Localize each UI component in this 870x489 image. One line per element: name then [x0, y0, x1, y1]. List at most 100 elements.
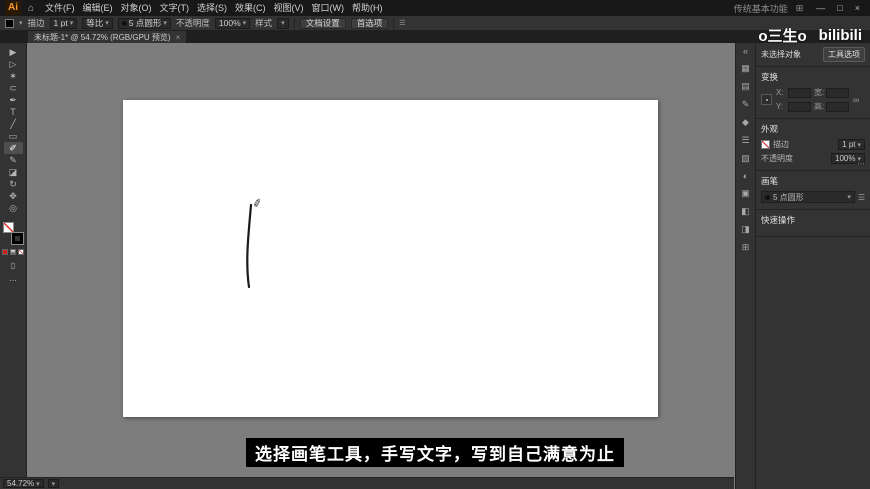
zoom-value: 54.72% — [7, 479, 34, 488]
brush-definition-select[interactable]: 5 点圆形 ▾ — [761, 191, 855, 203]
menu-type[interactable]: 文字(T) — [156, 0, 194, 16]
workspace-switcher[interactable]: 传统基本功能 — [734, 2, 788, 15]
main-area: ▶ ▷ ✶ ⊂ ✒ T ╱ ▭ ✐ ✎ ◪ ↻ ✥ ◎ ▯ ⋯ ✐ — [0, 43, 870, 489]
color-button[interactable] — [2, 249, 8, 255]
symbols-panel-icon[interactable]: ◆ — [742, 117, 749, 128]
collapse-panels-icon[interactable]: « — [743, 46, 748, 56]
stroke-weight-select[interactable]: 1 pt ▾ — [50, 18, 78, 29]
reference-point-locator[interactable] — [761, 94, 772, 105]
panel-icon-strip: « ▦ ▤ ✎ ◆ ☰ ▧ ◐ ▣ ◧ ◨ ⊞ — [735, 43, 755, 489]
maximize-button[interactable]: □ — [832, 3, 847, 13]
color-mode-buttons — [2, 249, 24, 255]
document-setup-button[interactable]: 文档设置 — [300, 18, 346, 29]
appearance-panel-icon[interactable]: ▣ — [741, 188, 750, 199]
workspace-grid-icon[interactable]: ⊞ — [796, 3, 804, 14]
chevron-down-icon: ▾ — [857, 141, 861, 149]
artboard-nav-select[interactable]: ▾ — [48, 479, 60, 488]
stroke-panel-icon[interactable]: ☰ — [741, 135, 749, 146]
none-button[interactable] — [18, 249, 24, 255]
color-panel-icon[interactable]: ▦ — [741, 63, 750, 74]
x-input[interactable] — [788, 88, 811, 98]
stroke-weight-value: 1 pt — [54, 18, 68, 28]
uploader-name: o三生o — [758, 25, 806, 46]
direct-selection-tool[interactable]: ▷ — [4, 58, 23, 70]
width-input[interactable] — [826, 88, 849, 98]
align-options-icon[interactable]: ☰ — [399, 19, 405, 27]
stroke-swatch[interactable] — [12, 233, 23, 244]
brush-stroke — [123, 100, 658, 417]
swatches-panel-icon[interactable]: ▤ — [741, 81, 750, 92]
illustrator-logo: Ai — [5, 1, 21, 15]
menu-effect[interactable]: 效果(C) — [231, 0, 270, 16]
document-tab-title: 未标题-1* @ 54.72% (RGB/GPU 预览) — [34, 32, 171, 43]
style-select[interactable]: ▾ — [277, 18, 289, 29]
bilibili-logo: bilibili — [819, 27, 862, 44]
menu-help[interactable]: 帮助(H) — [348, 0, 387, 16]
appearance-section: 外观 描边 1 pt ▾ 不透明度 100% ▾ ⋯ — [756, 119, 870, 171]
stroke-color-swatch[interactable] — [761, 140, 770, 149]
pen-tool[interactable]: ✒ — [4, 94, 23, 106]
fill-swatch[interactable] — [3, 222, 14, 233]
document-tab-bar: 未标题-1* @ 54.72% (RGB/GPU 预览) × — [0, 31, 870, 43]
video-subtitle: 选择画笔工具，手写文字，写到自己满意为止 — [246, 438, 624, 467]
rectangle-tool[interactable]: ▭ — [4, 130, 23, 142]
constrain-proportions-icon[interactable]: ∞ — [853, 95, 859, 105]
stroke-label: 描边 — [773, 139, 789, 150]
brush-definition-select[interactable]: 5 点圆形 ▾ — [118, 18, 171, 29]
tab-close-icon[interactable]: × — [176, 33, 181, 42]
more-options-icon[interactable]: ⋯ — [857, 159, 865, 168]
bilibili-watermark: o三生o bilibili — [758, 25, 862, 46]
artboards-panel-icon[interactable]: ⊞ — [742, 242, 750, 253]
preferences-button[interactable]: 首选项 — [351, 18, 389, 29]
width-profile-select[interactable]: 等比 ▾ — [82, 18, 113, 29]
canvas-area[interactable]: ✐ — [27, 43, 735, 489]
zoom-select[interactable]: 54.72% ▾ — [3, 479, 44, 488]
title-bar: Ai ⌂ 文件(F) 编辑(E) 对象(O) 文字(T) 选择(S) 效果(C)… — [0, 0, 870, 16]
transform-section: 变换 X: 宽: Y: 高: — [756, 67, 870, 119]
tool-options-button[interactable]: 工具选项 — [823, 47, 865, 62]
brush-preview-icon — [122, 21, 127, 26]
screen-mode-button[interactable]: ▯ — [11, 261, 15, 270]
eraser-tool[interactable]: ◪ — [4, 166, 23, 178]
height-input[interactable] — [826, 102, 849, 112]
artboard[interactable]: ✐ — [123, 100, 658, 417]
menu-object[interactable]: 对象(O) — [117, 0, 156, 16]
transform-title: 变换 — [761, 71, 865, 83]
y-label: Y: — [776, 102, 785, 111]
chevron-down-icon: ▾ — [847, 193, 851, 201]
pencil-tool[interactable]: ✎ — [4, 154, 23, 166]
y-input[interactable] — [788, 102, 811, 112]
brush-definition-value: 5 点圆形 — [773, 192, 804, 203]
menu-view[interactable]: 视图(V) — [270, 0, 308, 16]
chevron-down-icon: ▾ — [52, 480, 56, 488]
hand-tool[interactable]: ✥ — [4, 190, 23, 202]
brushes-panel-icon[interactable]: ✎ — [742, 99, 750, 110]
gradient-panel-icon[interactable]: ▧ — [741, 153, 750, 164]
edit-toolbar-button[interactable]: ⋯ — [9, 276, 17, 285]
document-tab[interactable]: 未标题-1* @ 54.72% (RGB/GPU 预览) × — [28, 31, 186, 43]
type-tool[interactable]: T — [4, 106, 23, 118]
stroke-weight-select[interactable]: 1 pt ▾ — [838, 139, 865, 150]
transparency-panel-icon[interactable]: ◐ — [743, 171, 748, 181]
close-button[interactable]: × — [850, 3, 865, 13]
menu-select[interactable]: 选择(S) — [193, 0, 231, 16]
zoom-tool[interactable]: ◎ — [4, 202, 23, 214]
home-icon[interactable]: ⌂ — [25, 3, 37, 14]
chevron-down-icon[interactable]: ▾ — [19, 19, 23, 27]
stroke-color-swatch[interactable] — [5, 19, 14, 28]
paintbrush-tool[interactable]: ✐ — [4, 142, 23, 154]
menu-file[interactable]: 文件(F) — [41, 0, 79, 16]
menu-edit[interactable]: 编辑(E) — [79, 0, 117, 16]
minimize-button[interactable]: — — [811, 3, 830, 13]
gradient-button[interactable] — [10, 249, 16, 255]
lasso-tool[interactable]: ⊂ — [4, 82, 23, 94]
magic-wand-tool[interactable]: ✶ — [4, 70, 23, 82]
opacity-select[interactable]: 100% ▾ — [215, 18, 250, 29]
selection-tool[interactable]: ▶ — [4, 46, 23, 58]
line-tool[interactable]: ╱ — [4, 118, 23, 130]
brush-options-icon[interactable]: ☰ — [858, 193, 865, 202]
layers-panel-icon[interactable]: ◨ — [741, 224, 750, 235]
rotate-tool[interactable]: ↻ — [4, 178, 23, 190]
graphic-styles-panel-icon[interactable]: ◧ — [741, 206, 750, 217]
menu-window[interactable]: 窗口(W) — [308, 0, 349, 16]
